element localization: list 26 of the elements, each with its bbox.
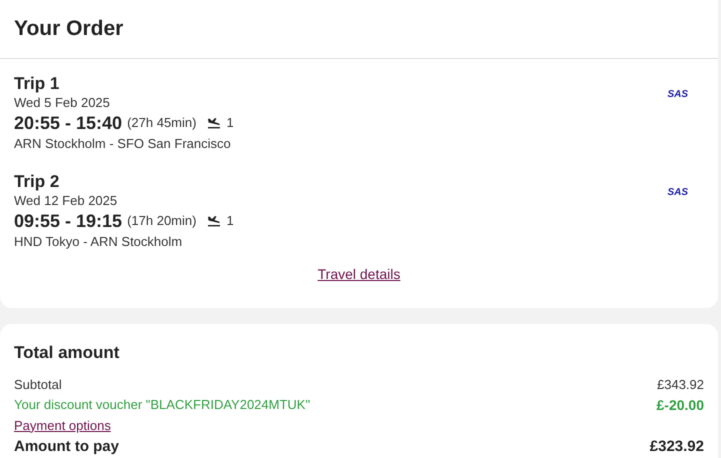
flight-duration: (17h 20min) bbox=[127, 212, 196, 230]
airline-logo: SAS bbox=[667, 89, 688, 101]
total-label: Amount to pay bbox=[14, 438, 119, 456]
plane-landing-icon bbox=[207, 117, 222, 129]
plane-landing-icon bbox=[207, 215, 222, 227]
travel-details-link[interactable]: Travel details bbox=[318, 264, 400, 285]
card-title: Total amount bbox=[14, 342, 120, 364]
voucher-label: Your discount voucher "BLACKFRIDAY2024MTUK" bbox=[14, 396, 310, 414]
payment-options-link[interactable]: Payment options bbox=[14, 416, 111, 436]
airline-logo: SAS bbox=[667, 187, 688, 199]
trip-title: Trip 2 bbox=[14, 171, 60, 193]
trip-route: HND Tokyo - ARN Stockholm bbox=[14, 233, 184, 251]
stops-count: 1 bbox=[226, 212, 234, 230]
total-amount: £323.92 bbox=[650, 436, 704, 456]
flight-times: 09:55 - 19:15 bbox=[14, 210, 122, 233]
line-amount: £343.92 bbox=[657, 376, 704, 394]
card-title: Your Order bbox=[14, 16, 124, 42]
line-label: Subtotal bbox=[14, 376, 62, 394]
flight-times: 20:55 - 15:40 bbox=[14, 112, 122, 135]
trip-title: Trip 1 bbox=[14, 73, 60, 95]
trip-route: ARN Stockholm - SFO San Francisco bbox=[14, 135, 232, 153]
trip-date: Wed 5 Feb 2025 bbox=[14, 95, 111, 111]
stops-count: 1 bbox=[226, 114, 234, 132]
discount-amount: £-20.00 bbox=[656, 396, 704, 414]
trip-date: Wed 12 Feb 2025 bbox=[14, 193, 118, 209]
flight-duration: (27h 45min) bbox=[127, 114, 196, 132]
